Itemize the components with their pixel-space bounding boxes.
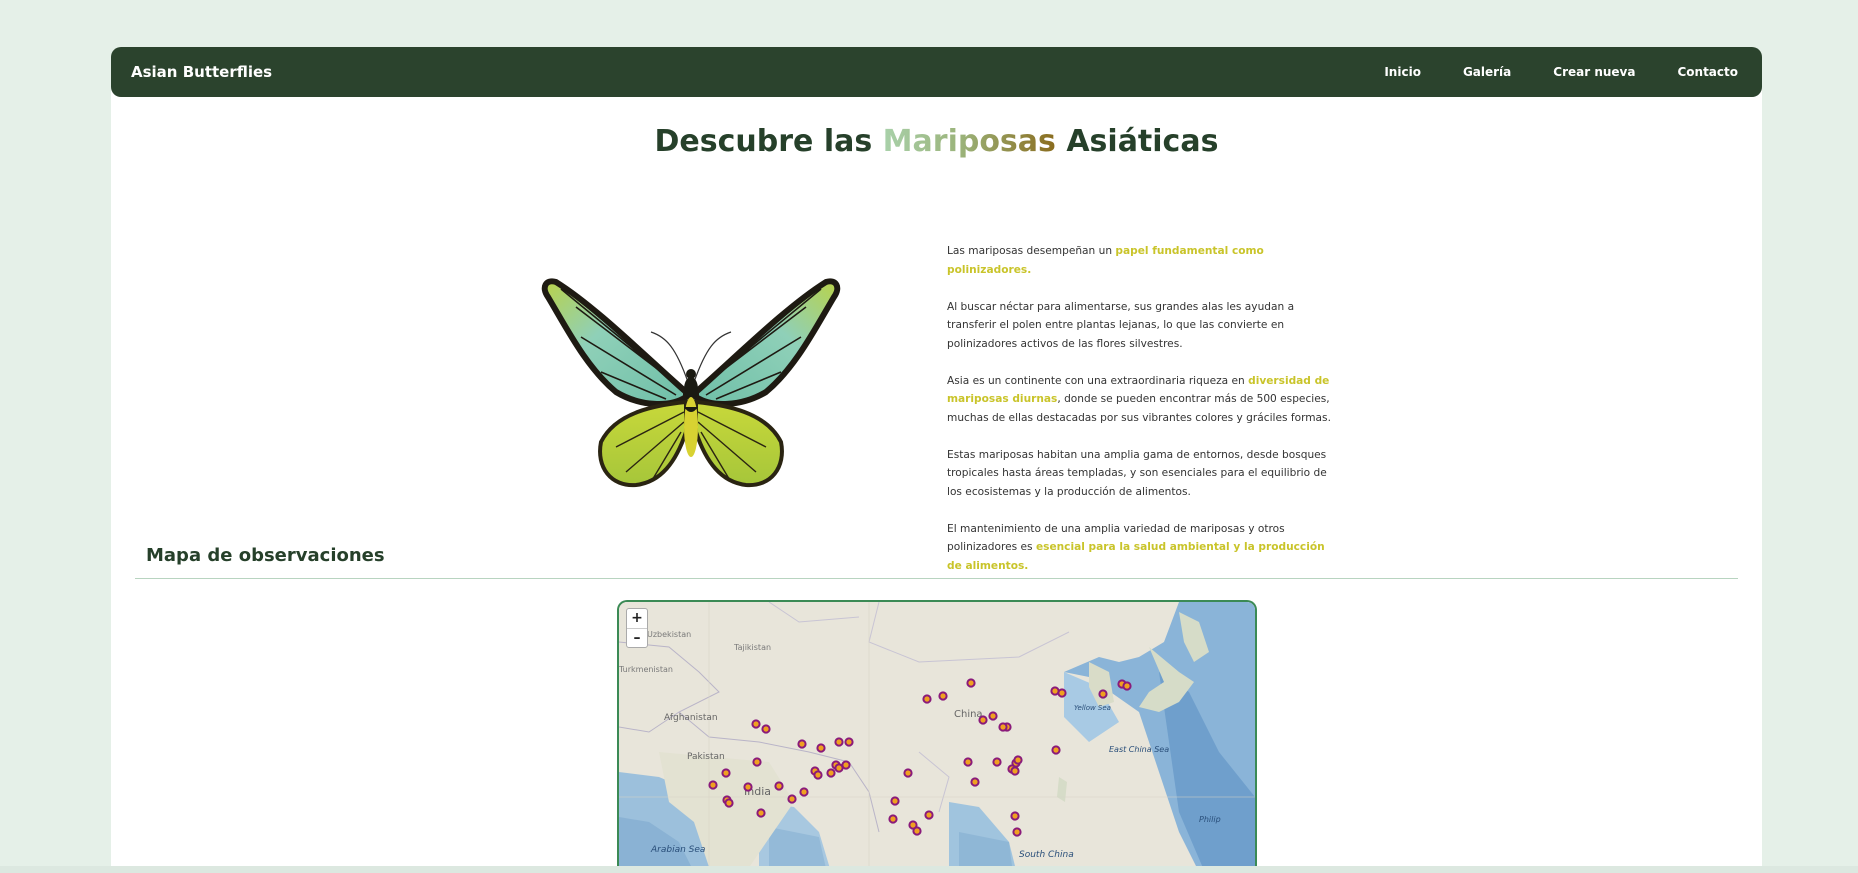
observation-marker[interactable] [924,810,934,820]
observation-marker[interactable] [888,814,898,824]
main-container: Asian Butterflies Inicio Galería Crear n… [111,47,1762,873]
observations-map[interactable]: + – Uzbekistan Turkmenistan Tajikistan A… [617,600,1257,873]
intro-paragraph-2: Al buscar néctar para alimentarse, sus g… [947,300,1295,350]
observation-marker[interactable] [724,798,734,808]
map-canvas[interactable]: Uzbekistan Turkmenistan Tajikistan Afgha… [619,602,1257,873]
label-uzbekistan: Uzbekistan [647,630,691,639]
observation-marker[interactable] [912,826,922,836]
title-accent: Mariposas [882,124,1056,159]
intro-paragraph-3: Asia es un continente con una extraordin… [947,372,1334,428]
observation-marker[interactable] [721,768,731,778]
title-part-1: Descubre las [654,124,883,159]
intro-p3-text: Asia es un continente con una extraordin… [947,374,1249,387]
observation-marker[interactable] [1010,811,1020,821]
observation-marker[interactable] [1010,766,1020,776]
observation-marker[interactable] [978,715,988,725]
label-afghanistan: Afghanistan [664,713,718,723]
observation-marker[interactable] [751,719,761,729]
label-philippine-sea: Philip [1199,815,1221,824]
observation-marker[interactable] [752,757,762,767]
label-china: China [954,709,983,720]
title-part-2: Asiáticas [1055,124,1219,159]
observation-marker[interactable] [1057,688,1067,698]
zoom-control: + – [626,608,648,648]
nav-link-contacto[interactable]: Contacto [1656,65,1738,79]
intro-paragraph-4: Estas mariposas habitan una amplia gama … [947,448,1327,498]
observation-marker[interactable] [1012,827,1022,837]
observation-marker[interactable] [1122,681,1132,691]
observation-marker[interactable] [787,794,797,804]
observation-marker[interactable] [992,757,1002,767]
observation-marker[interactable] [834,763,844,773]
observation-marker[interactable] [1013,755,1023,765]
label-yellow-sea: Yellow Sea [1074,704,1111,712]
observation-marker[interactable] [834,737,844,747]
label-south-china: South China [1019,850,1074,860]
observation-marker[interactable] [708,780,718,790]
observation-marker[interactable] [922,694,932,704]
section-divider [135,578,1738,579]
observation-marker[interactable] [743,782,753,792]
intro-p1-text: Las mariposas desempeñan un [947,245,1116,257]
observation-marker[interactable] [761,724,771,734]
intro-text: Las mariposas desempeñan un papel fundam… [947,242,1334,594]
label-pakistan: Pakistan [687,752,725,762]
label-arabian-sea: Arabian Sea [650,845,705,855]
observation-marker[interactable] [998,722,1008,732]
observation-marker[interactable] [890,796,900,806]
label-east-china-sea: East China Sea [1109,745,1169,754]
zoom-out-button[interactable]: – [627,628,647,647]
observation-marker[interactable] [903,768,913,778]
nav-link-galeria[interactable]: Galería [1442,65,1532,79]
observation-marker[interactable] [938,691,948,701]
nav-link-crear-nueva[interactable]: Crear nueva [1532,65,1656,79]
bottom-scroll-strip [0,866,1858,873]
nav-link-inicio[interactable]: Inicio [1363,65,1442,79]
butterfly-image [526,227,856,497]
observation-marker[interactable] [970,777,980,787]
observation-marker[interactable] [1098,689,1108,699]
observation-marker[interactable] [1051,745,1061,755]
observation-marker[interactable] [756,808,766,818]
label-turkmenistan: Turkmenistan [619,665,673,674]
observation-marker[interactable] [826,768,836,778]
label-tajikistan: Tajikistan [733,643,771,652]
brand-logo-text[interactable]: Asian Butterflies [131,63,272,81]
observation-marker[interactable] [966,678,976,688]
top-navbar: Asian Butterflies Inicio Galería Crear n… [111,47,1762,97]
observation-marker[interactable] [816,743,826,753]
zoom-in-button[interactable]: + [627,609,647,628]
observation-marker[interactable] [813,770,823,780]
intro-paragraph-5: El mantenimiento de una amplia variedad … [947,520,1334,576]
observation-marker[interactable] [844,737,854,747]
observation-marker[interactable] [988,711,998,721]
map-section-title: Mapa de observaciones [146,545,385,566]
nav-links: Inicio Galería Crear nueva Contacto [1363,65,1738,79]
observation-marker[interactable] [797,739,807,749]
observation-marker[interactable] [774,781,784,791]
page-title: Descubre las Mariposas Asiáticas [111,124,1762,159]
intro-paragraph-1: Las mariposas desempeñan un papel fundam… [947,242,1334,279]
observation-marker[interactable] [963,757,973,767]
observation-marker[interactable] [799,787,809,797]
